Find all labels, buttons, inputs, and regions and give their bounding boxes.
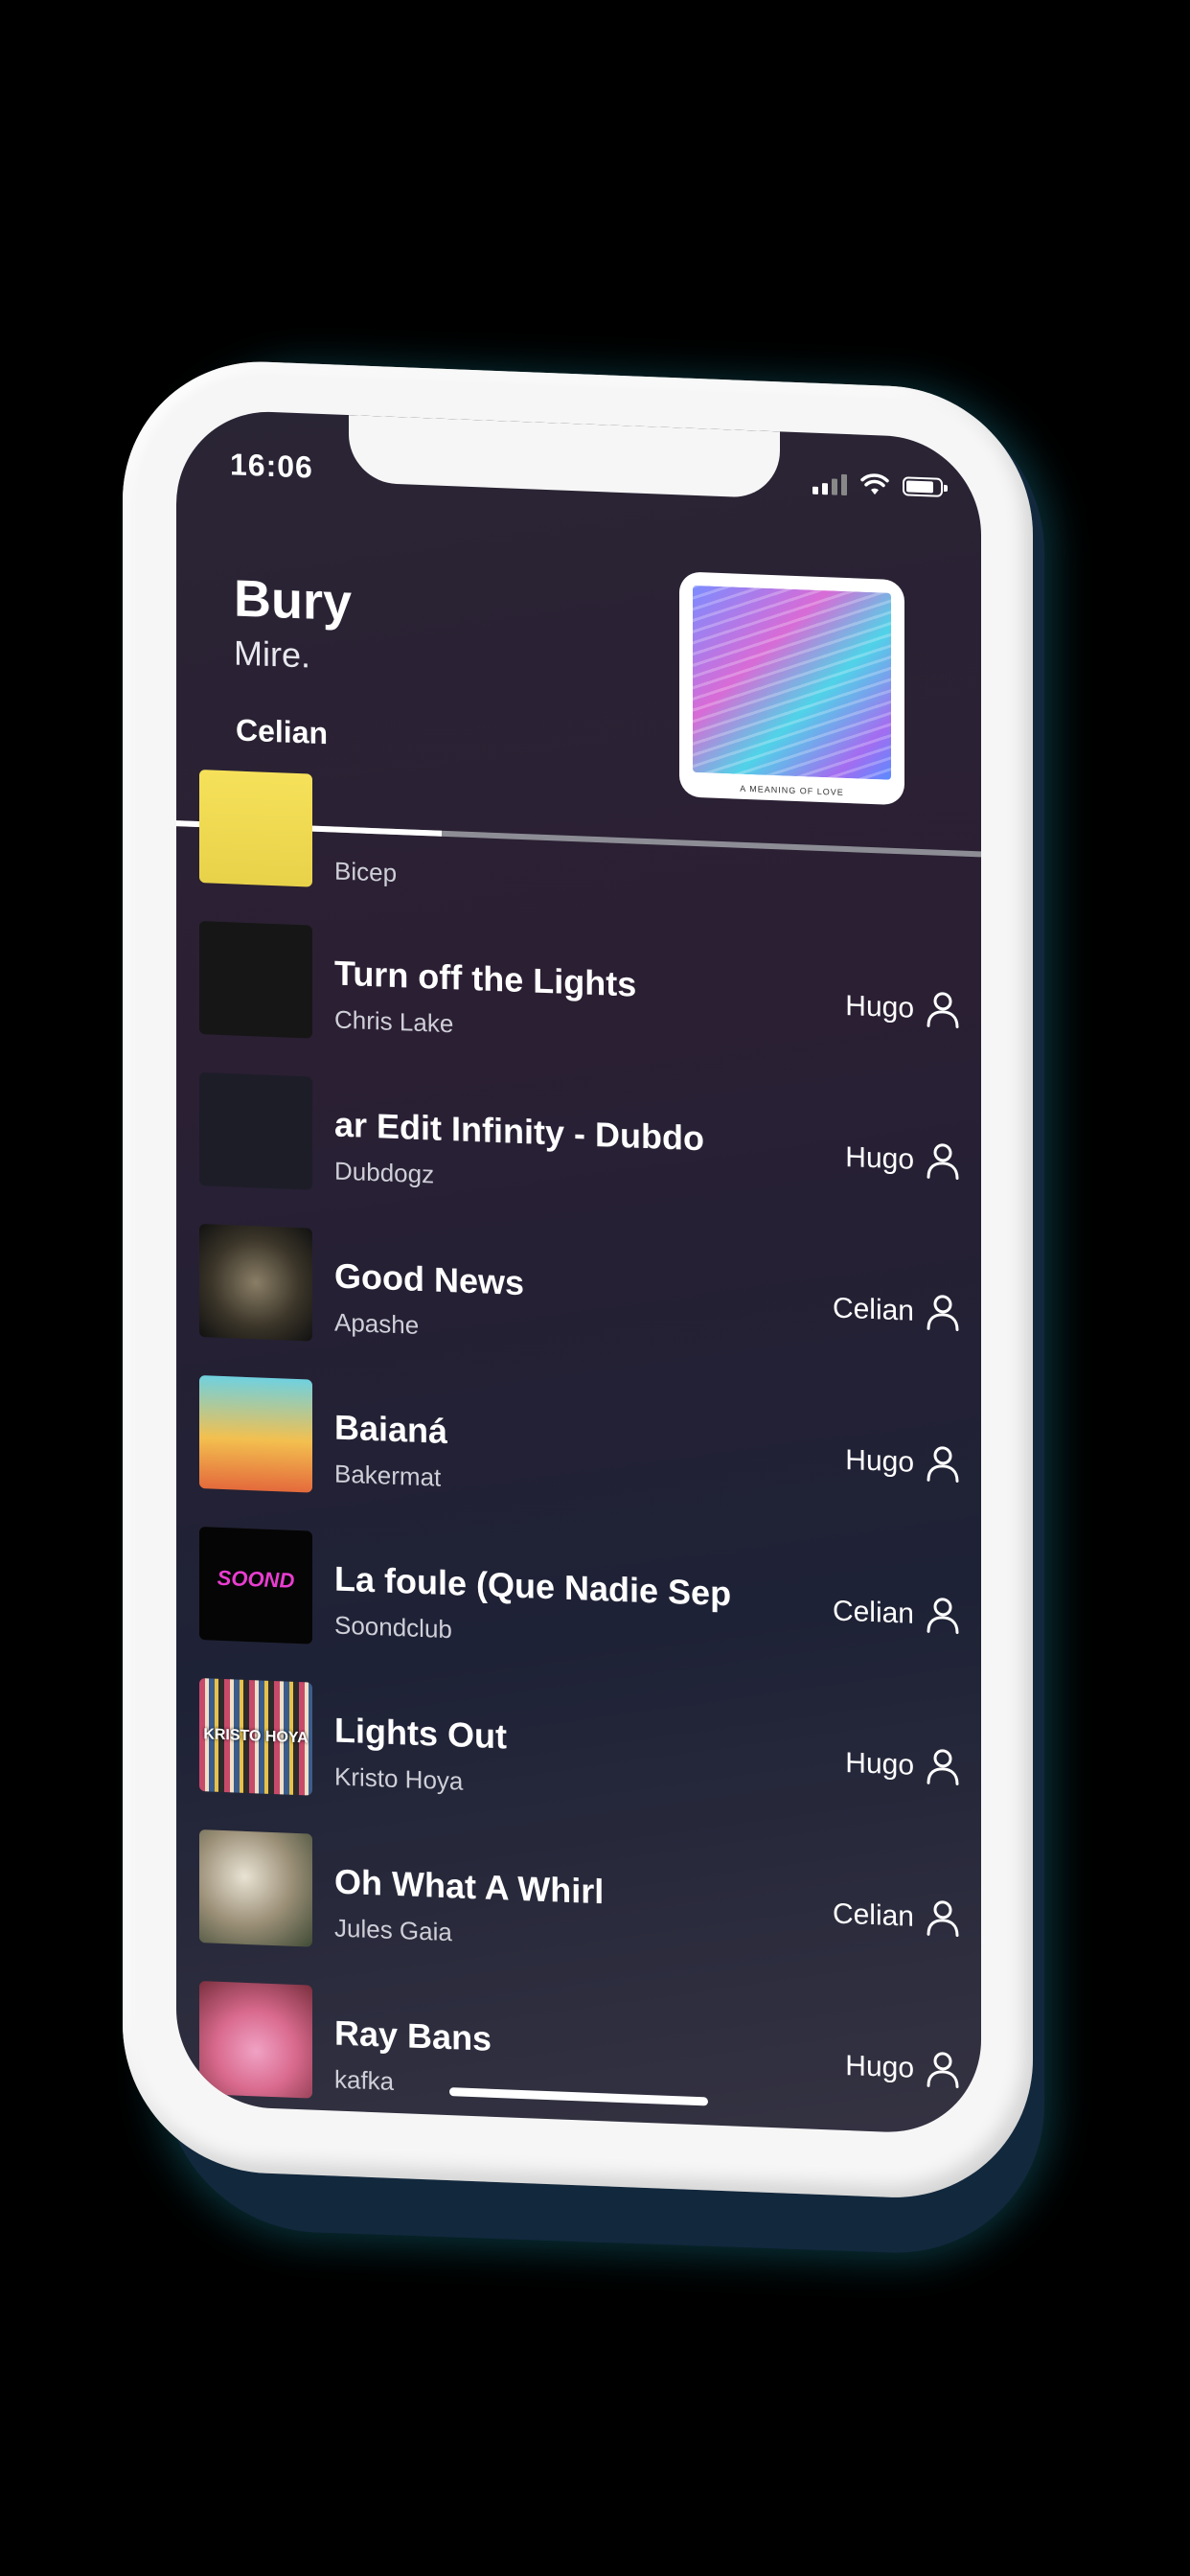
kafka-cover	[199, 1981, 312, 2099]
phone-frame: 16:06 Bury Mire. Celian A MEANING OF LOV…	[123, 356, 1033, 2203]
added-by-label: Celian	[832, 1595, 914, 1630]
cover-text: SOOND	[217, 1565, 295, 1593]
queue-list: Bicep Turn off the Lights Chris Lake Hugo ar…	[176, 770, 981, 2099]
added-by-label: Celian	[832, 1898, 914, 1933]
wifi-icon	[860, 473, 889, 495]
queue-row[interactable]: Ray Bans kafka Hugo	[176, 1961, 981, 2135]
added-by-label: Hugo	[845, 989, 914, 1024]
user-icon[interactable]	[926, 1443, 960, 1483]
now-playing-title: Bury	[234, 569, 353, 632]
app-screen: 16:06 Bury Mire. Celian A MEANING OF LOV…	[176, 408, 981, 2136]
track-title: Oh What A Whirl	[334, 1861, 605, 1912]
status-icons	[812, 472, 943, 499]
track-title: Baianá	[334, 1407, 448, 1452]
track-artist: Chris Lake	[334, 1004, 454, 1039]
track-title: ar Edit Infinity - Dubdo	[334, 1104, 704, 1159]
track-artist: Soondclub	[334, 1610, 452, 1644]
cover-text: KRISTO HOYA	[203, 1726, 309, 1747]
track-artist: Dubdogz	[334, 1156, 435, 1189]
kristo-hoya-cover: KRISTO HOYA	[199, 1678, 312, 1796]
dubdogz-cover	[199, 1072, 312, 1190]
added-by-label: Hugo	[845, 1443, 914, 1479]
chris-lake-cover	[199, 921, 312, 1039]
now-playing-artist: Mire.	[234, 632, 310, 676]
user-icon[interactable]	[926, 1746, 960, 1785]
device-notch	[349, 415, 780, 499]
cover-art	[693, 585, 891, 780]
added-by-label: Hugo	[845, 1140, 914, 1176]
jules-gaia-cover	[199, 1829, 312, 1947]
track-artist: Bakermat	[334, 1459, 442, 1492]
apashe-cover	[199, 1224, 312, 1342]
user-icon[interactable]	[926, 1595, 960, 1634]
track-title: La foule (Que Nadie Sep	[334, 1558, 732, 1614]
track-title: Lights Out	[334, 1710, 507, 1757]
added-by-label: Hugo	[845, 2049, 914, 2084]
added-by-label: Celian	[832, 1292, 914, 1327]
bicep-cover	[199, 770, 312, 887]
added-by-label: Hugo	[845, 1746, 914, 1782]
battery-icon	[903, 476, 943, 497]
soondclub-cover: SOOND	[199, 1527, 312, 1644]
user-icon[interactable]	[926, 1898, 960, 1937]
user-icon[interactable]	[926, 2049, 960, 2088]
status-time: 16:06	[230, 447, 313, 485]
user-icon[interactable]	[926, 1292, 960, 1331]
now-playing-added-by: Celian	[236, 712, 329, 751]
track-artist: Apashe	[334, 1307, 420, 1340]
track-title: Turn off the Lights	[334, 953, 637, 1004]
track-artist: Kristo Hoya	[334, 1761, 464, 1796]
bakermat-cover	[199, 1375, 312, 1493]
track-artist: Jules Gaia	[334, 1913, 452, 1947]
track-title: Ray Bans	[334, 2012, 492, 2058]
track-title: Good News	[334, 1255, 525, 1303]
signal-icon	[812, 472, 847, 496]
user-icon[interactable]	[926, 1140, 960, 1180]
track-artist: Bicep	[334, 856, 398, 887]
track-artist: kafka	[334, 2064, 395, 2096]
user-icon[interactable]	[926, 989, 960, 1028]
